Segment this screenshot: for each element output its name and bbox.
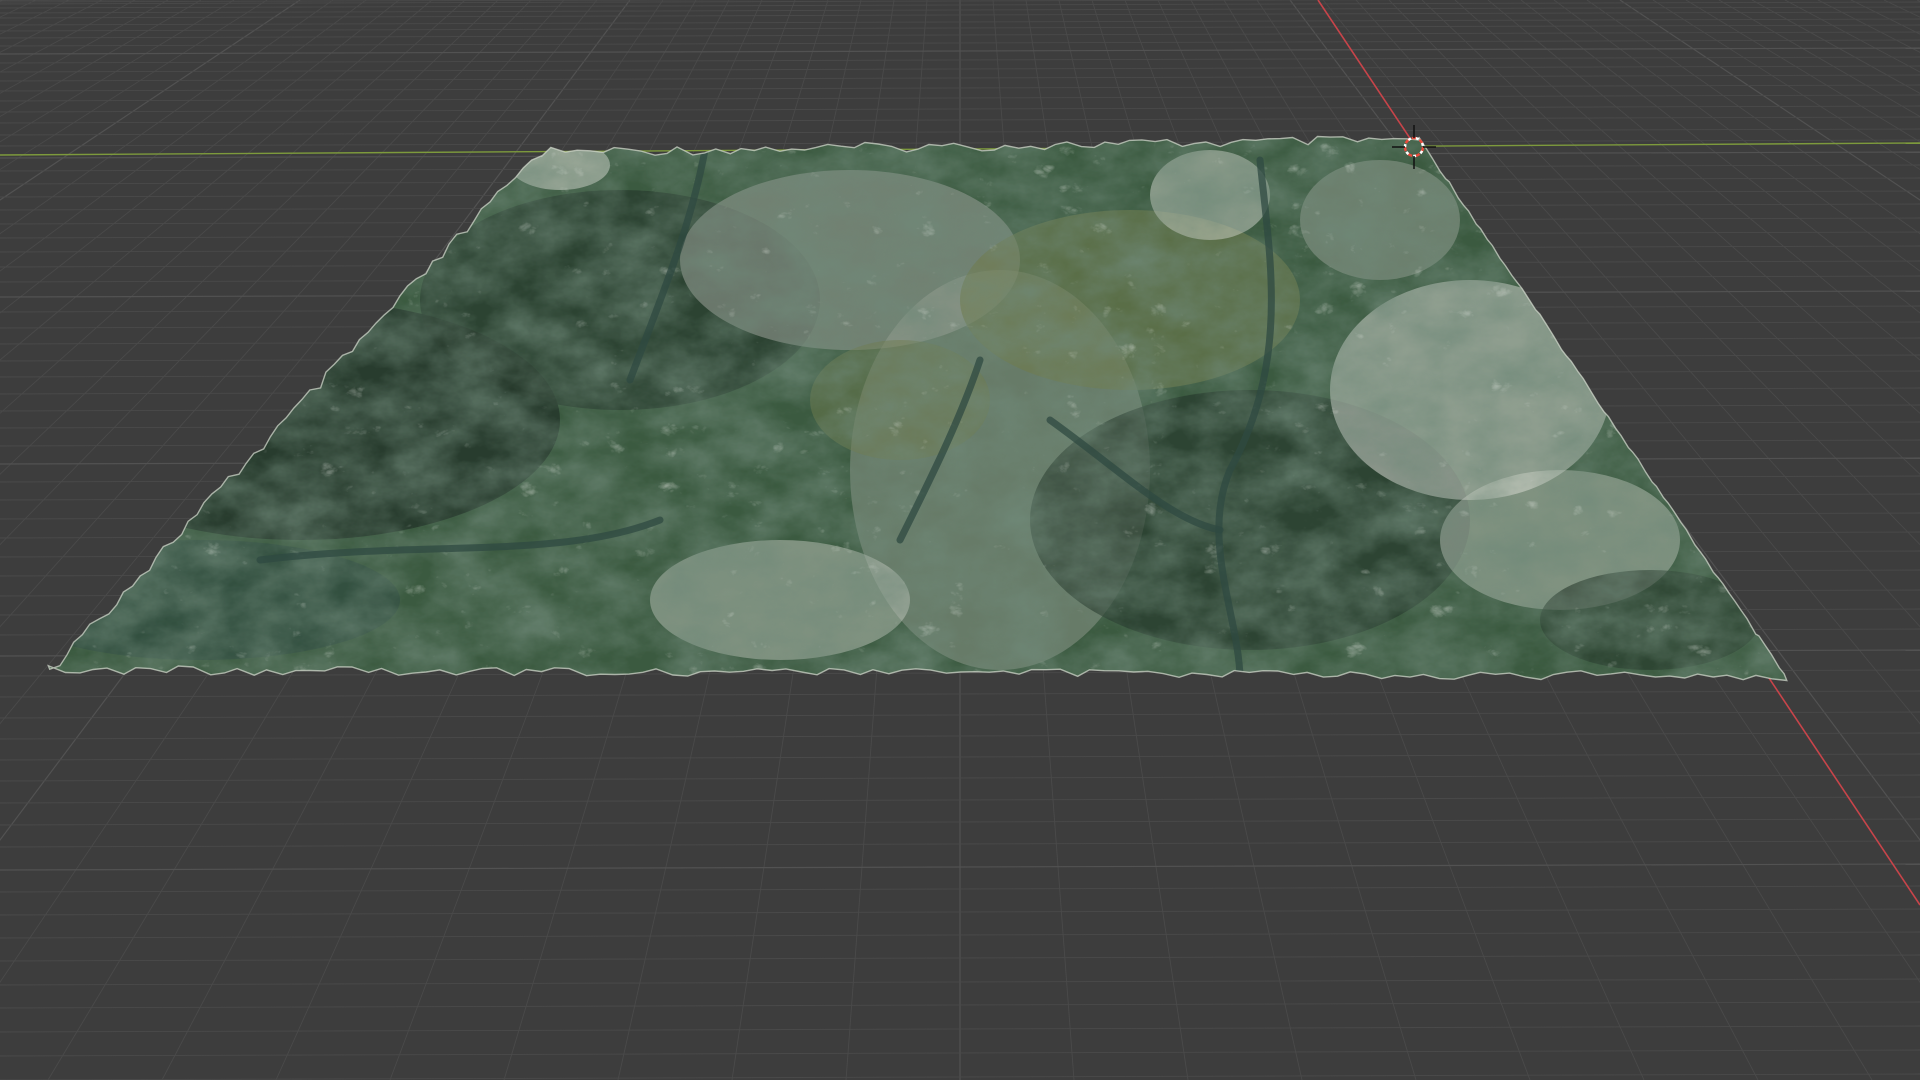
3d-viewport[interactable] [0, 0, 1920, 1080]
grid-line [1718, 0, 1920, 118]
grid-line [0, 0, 37, 18]
viewport-canvas[interactable] [0, 0, 1920, 1080]
grid-line [1685, 0, 1920, 143]
grid-line [0, 0, 70, 35]
grid-line [1652, 0, 1920, 171]
grid-line [1784, 0, 1920, 73]
grid-line [0, 0, 103, 53]
grid-line [0, 0, 136, 73]
grid-line [0, 0, 202, 118]
grid-line [0, 0, 169, 94]
grid-line [1850, 0, 1920, 35]
grid-line [0, 0, 4, 2]
grid-line [1751, 0, 1920, 94]
grid-line [1883, 0, 1920, 18]
grid-line [1817, 0, 1920, 53]
